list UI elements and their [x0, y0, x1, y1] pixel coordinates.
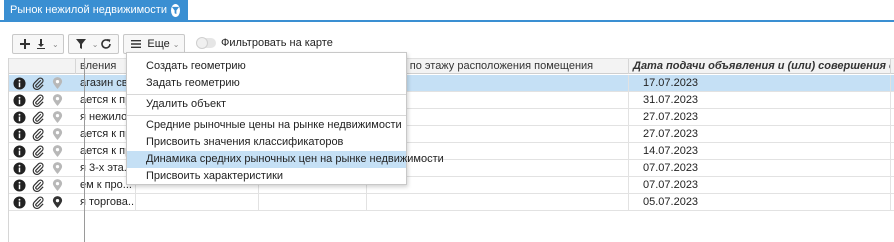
row-actions: [9, 126, 75, 142]
menu-item-delete-object[interactable]: Удалить объект: [127, 96, 406, 113]
more-menu-button[interactable]: Еще ⌄: [123, 34, 185, 54]
cell-date: 31.07.2023: [629, 92, 891, 108]
info-icon[interactable]: [12, 76, 26, 90]
cell-empty: [136, 194, 259, 210]
chevron-down-icon[interactable]: ⌄: [52, 40, 59, 49]
tab-title: Рынок нежилой недвижимости: [10, 4, 167, 16]
filter-icon: [170, 3, 180, 17]
cell-date: 14.07.2023: [629, 143, 891, 159]
paperclip-icon[interactable]: [31, 127, 45, 141]
map-pin-icon[interactable]: [50, 195, 64, 209]
table-row[interactable]: я торгова... 05.07.2023: [9, 194, 894, 211]
paperclip-icon[interactable]: [31, 93, 45, 107]
more-dropdown-menu: Создать геометрию Задать геометрию Удали…: [126, 52, 444, 185]
tab-underline: [0, 20, 894, 22]
map-pin-icon[interactable]: [50, 144, 64, 158]
header-col-date[interactable]: Дата подачи объявления и (или) совершени…: [629, 59, 891, 74]
paperclip-icon[interactable]: [31, 178, 45, 192]
info-icon[interactable]: [12, 93, 26, 107]
add-download-group[interactable]: ⌄: [12, 34, 64, 54]
cell-date: 27.07.2023: [629, 126, 891, 142]
toggle-knob: [196, 37, 208, 49]
info-icon[interactable]: [12, 127, 26, 141]
plus-icon[interactable]: [17, 36, 33, 52]
map-pin-icon[interactable]: [50, 178, 64, 192]
menu-item-assign-characteristics[interactable]: Присвоить характеристики: [127, 168, 406, 185]
refresh-icon[interactable]: [98, 36, 114, 52]
filter-refresh-group[interactable]: ⌄: [67, 34, 120, 54]
chevron-down-icon[interactable]: ⌄: [92, 40, 99, 49]
row-actions: [9, 143, 75, 159]
download-icon[interactable]: [33, 36, 49, 52]
menu-item-assign-classifiers[interactable]: Присвоить значения классификаторов: [127, 134, 406, 151]
menu-item-set-geometry[interactable]: Задать геометрию: [127, 75, 406, 92]
tab-market-nonresidential[interactable]: Рынок нежилой недвижимости ×: [4, 0, 195, 20]
filter-on-map-label: Фильтровать на карте: [221, 37, 333, 49]
paperclip-icon[interactable]: [31, 144, 45, 158]
cell-name: я торгова...: [76, 194, 136, 210]
info-icon[interactable]: [12, 178, 26, 192]
cell-date: 05.07.2023: [629, 194, 891, 210]
filter-on-map-toggle[interactable]: [196, 37, 216, 49]
close-icon[interactable]: ×: [188, 4, 195, 16]
more-label: Еще: [147, 38, 170, 50]
tab-strip: Рынок нежилой недвижимости ×: [0, 0, 894, 22]
cell-date: 17.07.2023: [629, 75, 891, 91]
map-pin-icon[interactable]: [50, 110, 64, 124]
cell-date: 07.07.2023: [629, 160, 891, 176]
row-actions: [9, 160, 75, 176]
map-pin-icon[interactable]: [50, 127, 64, 141]
map-pin-icon[interactable]: [50, 93, 64, 107]
frozen-column-divider: [84, 58, 85, 242]
chevron-down-icon: ⌄: [172, 39, 180, 49]
menu-divider: [127, 94, 406, 95]
info-icon[interactable]: [12, 144, 26, 158]
menu-divider: [127, 115, 406, 116]
map-pin-icon[interactable]: [50, 76, 64, 90]
paperclip-icon[interactable]: [31, 76, 45, 90]
paperclip-icon[interactable]: [31, 161, 45, 175]
filter-icon[interactable]: [73, 36, 89, 52]
row-actions: [9, 109, 75, 125]
menu-item-price-dynamics[interactable]: Динамика средних рыночных цен на рынке н…: [127, 151, 444, 168]
hamburger-icon: [128, 36, 144, 52]
map-pin-icon[interactable]: [50, 161, 64, 175]
cell-floor: [367, 194, 629, 210]
paperclip-icon[interactable]: [31, 110, 45, 124]
row-actions: [9, 177, 75, 193]
cell-date: 07.07.2023: [629, 177, 891, 193]
row-actions: [9, 92, 75, 108]
cell-empty: [259, 194, 367, 210]
info-icon[interactable]: [12, 161, 26, 175]
row-actions: [9, 75, 75, 91]
info-icon[interactable]: [12, 195, 26, 209]
row-actions: [9, 194, 75, 210]
cell-date: 27.07.2023: [629, 109, 891, 125]
menu-item-create-geometry[interactable]: Создать геометрию: [127, 58, 406, 75]
menu-item-average-prices[interactable]: Средние рыночные цены на рынке недвижимо…: [127, 117, 406, 134]
info-icon[interactable]: [12, 110, 26, 124]
header-actions: [9, 59, 76, 74]
paperclip-icon[interactable]: [31, 195, 45, 209]
